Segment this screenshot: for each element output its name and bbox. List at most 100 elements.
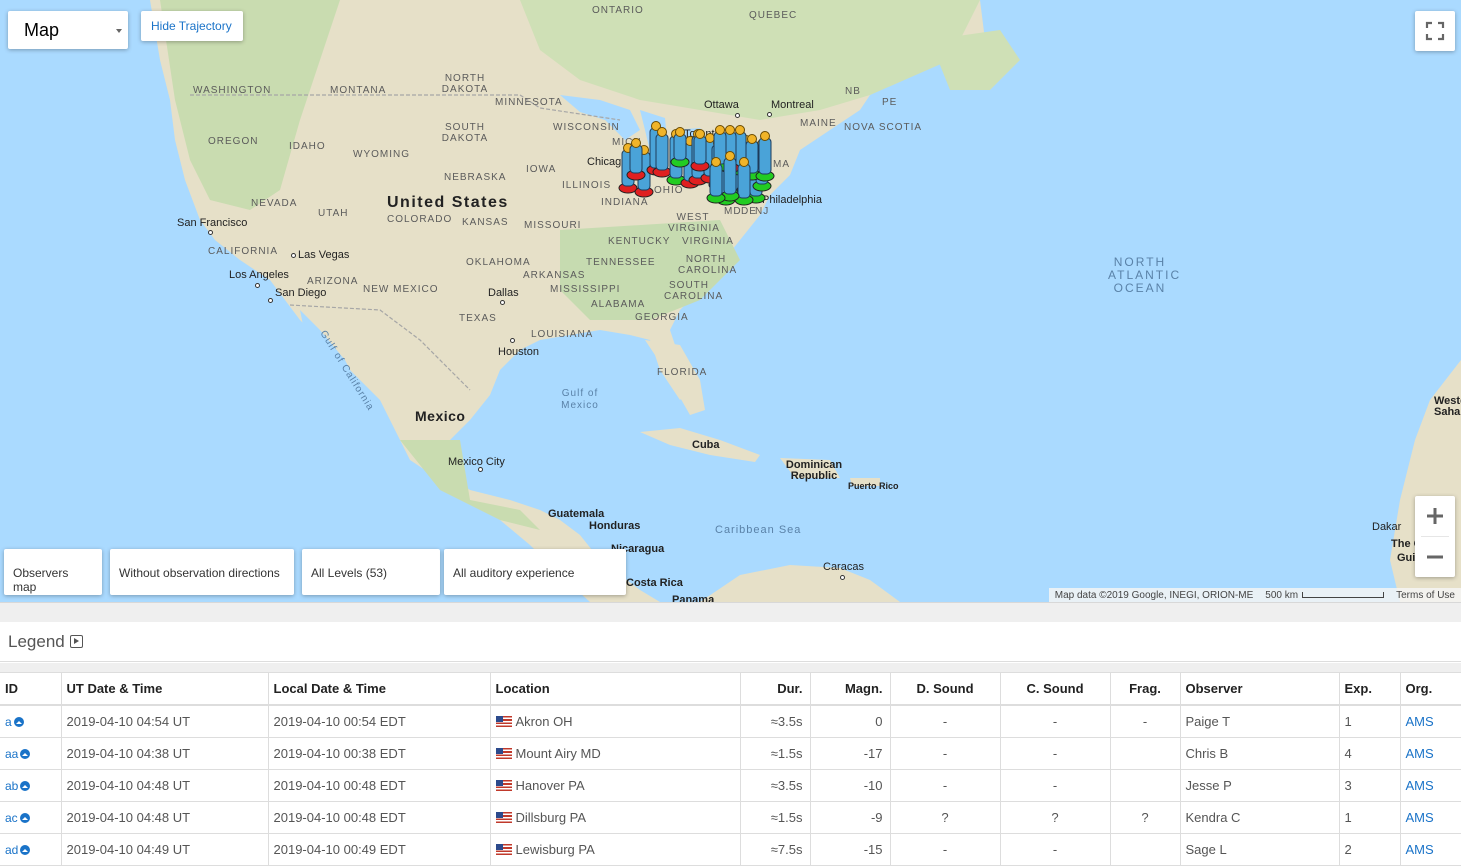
observer-markers[interactable]: [0, 0, 1461, 602]
cell-duration: ≈7.5s: [740, 833, 811, 866]
col-fragmentation[interactable]: Frag.: [1110, 673, 1181, 706]
expand-circle-icon[interactable]: [20, 780, 31, 791]
auditory-filter[interactable]: All auditory experience: [444, 549, 626, 595]
directions-filter[interactable]: Without observation directions: [110, 549, 294, 595]
table-row[interactable]: a 2019-04-10 04:54 UT 2019-04-10 00:54 EDT…: [0, 705, 1461, 738]
us-flag-icon: [495, 779, 512, 791]
cell-direct-sound: -: [890, 769, 1001, 802]
observations-table: ID UT Date & Time Local Date & Time Loca…: [0, 673, 1461, 866]
table-row[interactable]: aa 2019-04-10 04:38 UT 2019-04-10 00:38 ED…: [0, 737, 1461, 770]
cell-location: Mount Airy MD: [490, 737, 741, 770]
zoom-in-button[interactable]: [1415, 496, 1455, 536]
cell-id[interactable]: a: [0, 705, 62, 738]
col-magnitude[interactable]: Magn.: [810, 673, 891, 706]
cell-fragmentation: -: [1110, 705, 1181, 738]
cell-concurrent-sound: -: [1000, 833, 1111, 866]
hide-trajectory-button[interactable]: Hide Trajectory: [141, 11, 243, 41]
zoom-control: [1415, 496, 1455, 577]
us-flag-icon: [495, 715, 512, 727]
expand-circle-icon[interactable]: [20, 844, 31, 855]
cell-fragmentation: [1110, 833, 1181, 866]
zoom-in-icon: [1427, 508, 1443, 524]
cell-id[interactable]: ab: [0, 769, 62, 802]
cell-concurrent-sound: -: [1000, 737, 1111, 770]
cell-direct-sound: ?: [890, 801, 1001, 834]
cell-org[interactable]: AMS: [1400, 769, 1461, 802]
cell-magnitude: -15: [810, 833, 891, 866]
cell-direct-sound: -: [890, 737, 1001, 770]
col-location[interactable]: Location: [490, 673, 741, 706]
us-flag-icon: [495, 747, 512, 759]
cell-ut-date: 2019-04-10 04:38 UT: [61, 737, 269, 770]
scale-bar: [1302, 591, 1385, 598]
cell-experience: 1: [1339, 801, 1401, 834]
cell-direct-sound: -: [890, 705, 1001, 738]
observation-link[interactable]: aa: [5, 747, 18, 761]
col-concurrent-sound[interactable]: C. Sound: [1000, 673, 1111, 706]
cell-experience: 1: [1339, 705, 1401, 738]
cell-ut-date: 2019-04-10 04:48 UT: [61, 801, 269, 834]
observer-marker[interactable]: [755, 131, 775, 182]
cell-concurrent-sound: ?: [1000, 801, 1111, 834]
cell-magnitude: -17: [810, 737, 891, 770]
cell-observer: Jesse P: [1180, 769, 1340, 802]
cell-org[interactable]: AMS: [1400, 705, 1461, 738]
map-type-select[interactable]: Map: [8, 11, 128, 49]
legend-header[interactable]: Legend: [0, 622, 1461, 662]
cell-local-date: 2019-04-10 00:38 EDT: [268, 737, 491, 770]
panel-divider[interactable]: [0, 602, 1461, 622]
col-org[interactable]: Org.: [1400, 673, 1461, 706]
col-observer[interactable]: Observer: [1180, 673, 1340, 706]
fullscreen-icon: [1425, 21, 1445, 41]
terms-of-use-link[interactable]: Terms of Use: [1390, 590, 1461, 601]
cell-location: Lewisburg PA: [490, 833, 741, 866]
col-experience[interactable]: Exp.: [1339, 673, 1401, 706]
observation-link[interactable]: a: [5, 715, 12, 729]
observation-link[interactable]: ac: [5, 811, 18, 825]
table-row[interactable]: ac 2019-04-10 04:48 UT 2019-04-10 00:48 ED…: [0, 801, 1461, 834]
expand-circle-icon[interactable]: [20, 748, 31, 759]
cell-magnitude: 0: [810, 705, 891, 738]
cell-fragmentation: [1110, 737, 1181, 770]
observation-link[interactable]: ad: [5, 843, 18, 857]
cell-observer: Chris B: [1180, 737, 1340, 770]
cell-location: Dillsburg PA: [490, 801, 741, 834]
map-type-label: Map: [24, 20, 60, 40]
levels-filter[interactable]: All Levels (53): [302, 549, 440, 595]
col-direct-sound[interactable]: D. Sound: [890, 673, 1001, 706]
cell-org[interactable]: AMS: [1400, 833, 1461, 866]
table-row[interactable]: ab 2019-04-10 04:48 UT 2019-04-10 00:48 ED…: [0, 769, 1461, 802]
cell-org[interactable]: AMS: [1400, 737, 1461, 770]
us-flag-icon: [495, 811, 512, 823]
cell-experience: 2: [1339, 833, 1401, 866]
legend-title: Legend: [8, 631, 65, 651]
zoom-out-button[interactable]: [1415, 537, 1455, 577]
col-duration[interactable]: Dur.: [740, 673, 811, 706]
expand-circle-icon[interactable]: [19, 812, 30, 823]
col-ut-date[interactable]: UT Date & Time: [61, 673, 269, 706]
cell-id[interactable]: ad: [0, 833, 62, 866]
col-id[interactable]: ID: [0, 673, 62, 706]
cell-experience: 3: [1339, 769, 1401, 802]
cell-local-date: 2019-04-10 00:48 EDT: [268, 801, 491, 834]
location-text: Akron OH: [515, 713, 573, 729]
cell-id[interactable]: aa: [0, 737, 62, 770]
cell-observer: Sage L: [1180, 833, 1340, 866]
cell-concurrent-sound: -: [1000, 769, 1111, 802]
cell-id[interactable]: ac: [0, 801, 62, 834]
cell-org[interactable]: AMS: [1400, 801, 1461, 834]
expand-icon[interactable]: [69, 635, 83, 648]
observers-map-filter[interactable]: Observers map: [4, 549, 102, 595]
expand-circle-icon[interactable]: [13, 716, 24, 727]
cell-duration: ≈3.5s: [740, 769, 811, 802]
scale-label: 500 km: [1265, 589, 1299, 601]
cell-observer: Paige T: [1180, 705, 1340, 738]
fullscreen-button[interactable]: [1415, 11, 1455, 51]
observation-link[interactable]: ab: [5, 779, 18, 793]
map-canvas[interactable]: United States Mexico WASHINGTON MONTANA …: [0, 0, 1461, 602]
col-local-date[interactable]: Local Date & Time: [268, 673, 491, 706]
caret-down-icon: [116, 29, 122, 33]
cell-experience: 4: [1339, 737, 1401, 770]
table-row[interactable]: ad 2019-04-10 04:49 UT 2019-04-10 00:49 ED…: [0, 833, 1461, 866]
cell-location: Hanover PA: [490, 769, 741, 802]
